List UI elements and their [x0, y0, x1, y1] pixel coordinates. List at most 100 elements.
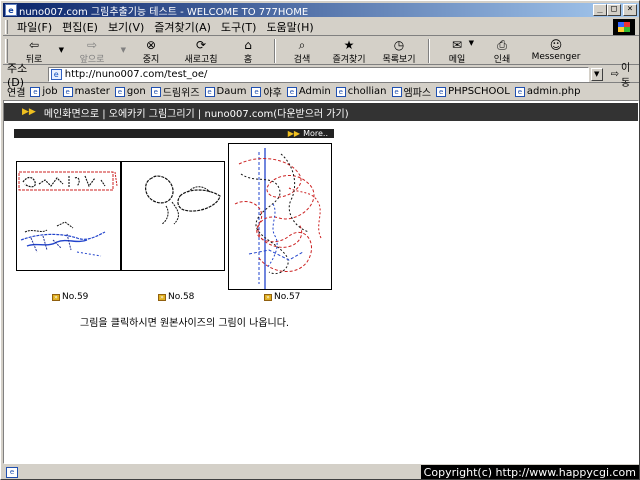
- link-phpschool[interactable]: e PHPSCHOOL: [436, 86, 510, 97]
- favorites-button[interactable]: ★ 즐겨찾기: [324, 37, 374, 65]
- favorites-icon: ★: [343, 37, 355, 52]
- caption-text: No.57: [274, 292, 301, 302]
- history-icon: ◷: [393, 37, 405, 52]
- more-bar: ▶▶ More..: [14, 129, 334, 138]
- link-page-icon: e: [114, 86, 125, 97]
- status-page-icon: e: [6, 466, 18, 478]
- refresh-button[interactable]: ⟳ 새로고침: [176, 37, 226, 65]
- menu-help[interactable]: 도움말(H): [261, 19, 318, 35]
- menu-file[interactable]: 파일(F): [12, 19, 57, 35]
- search-button[interactable]: ⌕ 검색: [280, 37, 324, 65]
- print-label: 인쇄: [493, 54, 511, 65]
- forward-label: 앞으로: [79, 54, 105, 65]
- links-bar: 연결 e job e master e gon e 드림위즈 e Daum e 야후 e Ad…: [3, 84, 639, 99]
- close-button[interactable]: ×: [623, 4, 637, 16]
- menu-favorites[interactable]: 즐겨찾기(A): [149, 19, 216, 35]
- copyright-banner: Copyright(c) http://www.happycgi.com: [420, 465, 639, 479]
- stop-button[interactable]: ⊗ 중지: [126, 37, 176, 65]
- link-label: 엠파스: [403, 88, 432, 99]
- link-empas[interactable]: e 엠파스: [391, 84, 432, 99]
- more-arrow-icon: ▶▶: [287, 129, 301, 138]
- maximize-button[interactable]: □: [607, 4, 621, 16]
- caption-text: No.59: [62, 292, 89, 302]
- mail-button[interactable]: ✉ 메일 ▼: [434, 37, 480, 65]
- address-url: http://nuno007.com/test_oe/: [64, 68, 208, 80]
- window-title: nuno007.com 그림추출기능 테스트 - WELCOME TO 777H…: [19, 6, 309, 18]
- messenger-label: Messenger: [531, 51, 581, 62]
- site-nav-links[interactable]: 메인화면으로 | 오에카키 그림그리기 | nuno007.com(다운받으러 …: [44, 105, 349, 120]
- link-label: PHPSCHOOL: [448, 86, 510, 97]
- favorites-label: 즐겨찾기: [332, 54, 366, 65]
- drawing-thumbnail-59[interactable]: [16, 161, 121, 271]
- browser-window: e nuno007.com 그림추출기능 테스트 - WELCOME TO 77…: [0, 0, 640, 480]
- stop-label: 중지: [142, 54, 160, 65]
- mail-icon: ✉: [451, 37, 463, 52]
- windows-logo-icon: [613, 19, 635, 35]
- link-label: 드림위즈: [162, 88, 200, 99]
- forward-button[interactable]: ⇨ 앞으로 ▼: [66, 37, 126, 65]
- link-page-icon: e: [335, 86, 346, 97]
- messenger-icon: ☺: [549, 37, 563, 52]
- page-content: ▶▶ 메인화면으로 | 오에카키 그림그리기 | nuno007.com(다운받…: [3, 100, 639, 464]
- caption-arrow-icon: »: [264, 293, 272, 301]
- link-admin[interactable]: e Admin: [286, 86, 331, 97]
- mail-dropdown-icon[interactable]: ▼: [469, 39, 474, 47]
- ie-app-icon[interactable]: e: [5, 4, 17, 16]
- refresh-label: 새로고침: [184, 54, 218, 65]
- stop-icon: ⊗: [145, 37, 157, 52]
- link-page-icon: e: [251, 86, 262, 97]
- menu-tools[interactable]: 도구(T): [216, 19, 262, 35]
- menu-bar: 파일(F) 편집(E) 보기(V) 즐겨찾기(A) 도구(T) 도움말(H): [3, 18, 639, 36]
- site-nav-bar: ▶▶ 메인화면으로 | 오에카키 그림그리기 | nuno007.com(다운받…: [4, 103, 638, 121]
- more-link[interactable]: More..: [303, 129, 328, 138]
- address-bar: 주소(D) e http://nuno007.com/test_oe/ ▼ ⇨ …: [3, 62, 639, 89]
- title-bar[interactable]: e nuno007.com 그림추출기능 테스트 - WELCOME TO 77…: [3, 3, 639, 18]
- link-gon[interactable]: e gon: [114, 86, 146, 97]
- search-icon: ⌕: [298, 37, 306, 52]
- caption-arrow-icon: »: [158, 293, 166, 301]
- drawing-59-image: [18, 171, 118, 257]
- menubar-grip[interactable]: [5, 19, 8, 34]
- link-label: master: [74, 86, 110, 97]
- print-button[interactable]: ⎙ 인쇄: [480, 37, 524, 65]
- link-page-icon: e: [514, 86, 525, 97]
- minimize-button[interactable]: _: [593, 4, 607, 16]
- thumbnail-caption-58[interactable]: » No.58: [158, 292, 194, 302]
- caption-arrow-icon: »: [52, 293, 60, 301]
- home-button[interactable]: ⌂ 홈: [226, 37, 270, 65]
- link-admin-php[interactable]: e admin.php: [514, 86, 581, 97]
- link-yahoo[interactable]: e 야후: [251, 84, 282, 99]
- go-arrow-icon: ⇨: [610, 68, 620, 80]
- link-job[interactable]: e job: [30, 86, 58, 97]
- drawing-thumbnail-58[interactable]: [121, 161, 225, 271]
- link-dreamwiz[interactable]: e 드림위즈: [150, 84, 200, 99]
- link-label: job: [42, 86, 58, 97]
- back-dropdown-icon[interactable]: ▼: [59, 46, 64, 54]
- thumbnail-caption-57[interactable]: » No.57: [264, 292, 300, 302]
- home-label: 홈: [243, 54, 253, 65]
- link-page-icon: e: [286, 86, 297, 97]
- history-button[interactable]: ◷ 목록보기: [374, 37, 424, 65]
- menu-view[interactable]: 보기(V): [103, 19, 149, 35]
- menu-edit[interactable]: 편집(E): [57, 19, 103, 35]
- link-master[interactable]: e master: [62, 86, 110, 97]
- nav-arrow-icon: ▶▶: [22, 107, 36, 117]
- back-arrow-icon: ⇦: [28, 37, 40, 52]
- link-page-icon: e: [204, 86, 215, 97]
- link-label: gon: [126, 86, 146, 97]
- link-label: admin.php: [526, 86, 581, 97]
- link-daum[interactable]: e Daum: [204, 86, 247, 97]
- refresh-icon: ⟳: [195, 37, 207, 52]
- link-chollian[interactable]: e chollian: [335, 86, 387, 97]
- messenger-button[interactable]: ☺ Messenger: [524, 37, 588, 65]
- address-input[interactable]: e http://nuno007.com/test_oe/: [47, 66, 589, 82]
- drawing-58-image: [145, 175, 221, 225]
- drawing-thumbnail-57[interactable]: [228, 143, 332, 290]
- address-dropdown-icon[interactable]: ▼: [590, 67, 603, 81]
- link-page-icon: e: [62, 86, 73, 97]
- history-label: 목록보기: [382, 54, 416, 65]
- page-icon: e: [50, 68, 62, 80]
- link-label: Daum: [216, 86, 247, 97]
- thumbnail-caption-59[interactable]: » No.59: [52, 292, 88, 302]
- standard-toolbar: ⇦ 뒤로 ▼ ⇨ 앞으로 ▼ ⊗ 중지 ⟳ 새로고침 ⌂ 홈 ⌕ 검색 ★ 즐겨…: [3, 37, 639, 65]
